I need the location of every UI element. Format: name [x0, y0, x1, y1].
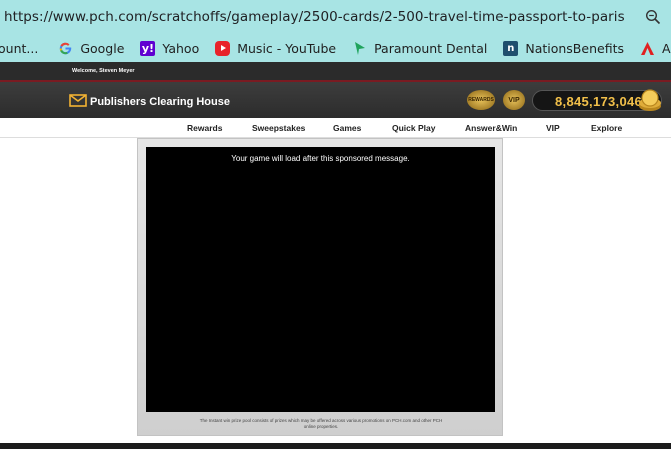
bookmark-label: Music - YouTube: [237, 40, 337, 56]
nav-vip[interactable]: VIP: [546, 123, 560, 133]
site-header: Publishers Clearing House REWARDS VIP 8,…: [0, 82, 671, 118]
rewards-badge-label: REWARDS: [468, 97, 494, 103]
bookmark-label: Paramount Dental: [374, 40, 488, 56]
aarp-icon: [640, 41, 655, 56]
footer-bar: [0, 443, 671, 449]
envelope-icon: [69, 94, 87, 107]
bookmarks-bar: ount... Google y! Yahoo Music - YouTube …: [0, 34, 671, 62]
sponsored-message: Your game will load after this sponsored…: [231, 154, 410, 163]
token-value: 8,845,173,046: [555, 94, 643, 109]
nav-quick-play[interactable]: Quick Play: [392, 123, 435, 133]
bookmark-label: AARP® Offi: [661, 40, 671, 56]
vip-badge-label: VIP: [508, 96, 520, 104]
main-nav: Rewards Sweepstakes Games Quick Play Ans…: [0, 118, 671, 138]
vip-badge[interactable]: VIP: [503, 90, 525, 110]
bookmark-account[interactable]: ount...: [0, 41, 38, 56]
bookmark-label: Google: [80, 40, 125, 56]
token-balance[interactable]: 8,845,173,046: [532, 89, 662, 111]
youtube-icon: [215, 40, 231, 56]
nav-answer-win[interactable]: Answer&Win: [465, 123, 517, 133]
nav-sweepstakes[interactable]: Sweepstakes: [252, 123, 305, 133]
nav-games[interactable]: Games: [333, 123, 361, 133]
bookmark-google[interactable]: Google: [58, 41, 124, 56]
prize-disclaimer: The Instant win prize pool consists of p…: [199, 418, 443, 429]
nav-rewards[interactable]: Rewards: [187, 123, 222, 133]
bookmark-yahoo[interactable]: y! Yahoo: [140, 40, 200, 56]
bookmark-paramount-dental[interactable]: Paramount Dental: [352, 41, 487, 56]
nav-explore[interactable]: Explore: [591, 123, 622, 133]
google-icon: [58, 41, 73, 56]
bookmark-label: Yahoo: [162, 40, 200, 56]
url-text[interactable]: https://www.pch.com/scratchoffs/gameplay…: [0, 9, 625, 25]
rewards-badge[interactable]: REWARDS: [467, 90, 495, 110]
bookmark-nationsbenefits[interactable]: n NationsBenefits: [503, 40, 624, 56]
pch-logo[interactable]: Publishers Clearing House: [69, 92, 230, 108]
paramount-dental-icon: [352, 41, 367, 56]
bookmark-label: ount...: [0, 40, 39, 56]
welcome-text: Welcome, Steven Meyer: [72, 68, 135, 74]
welcome-bar: Welcome, Steven Meyer: [0, 62, 671, 82]
zoom-icon[interactable]: [645, 9, 661, 25]
yahoo-icon: y!: [140, 40, 156, 56]
address-bar[interactable]: https://www.pch.com/scratchoffs/gameplay…: [0, 0, 671, 34]
game-container: Your game will load after this sponsored…: [137, 138, 503, 436]
bookmark-label: NationsBenefits: [525, 40, 624, 56]
bookmark-youtube-music[interactable]: Music - YouTube: [215, 40, 337, 56]
coins-icon: [639, 89, 661, 111]
nationsbenefits-icon: n: [503, 40, 519, 56]
brand-name: Publishers Clearing House: [90, 96, 230, 108]
bookmark-aarp[interactable]: AARP® Offi: [640, 41, 671, 56]
game-screen[interactable]: Your game will load after this sponsored…: [146, 147, 495, 412]
